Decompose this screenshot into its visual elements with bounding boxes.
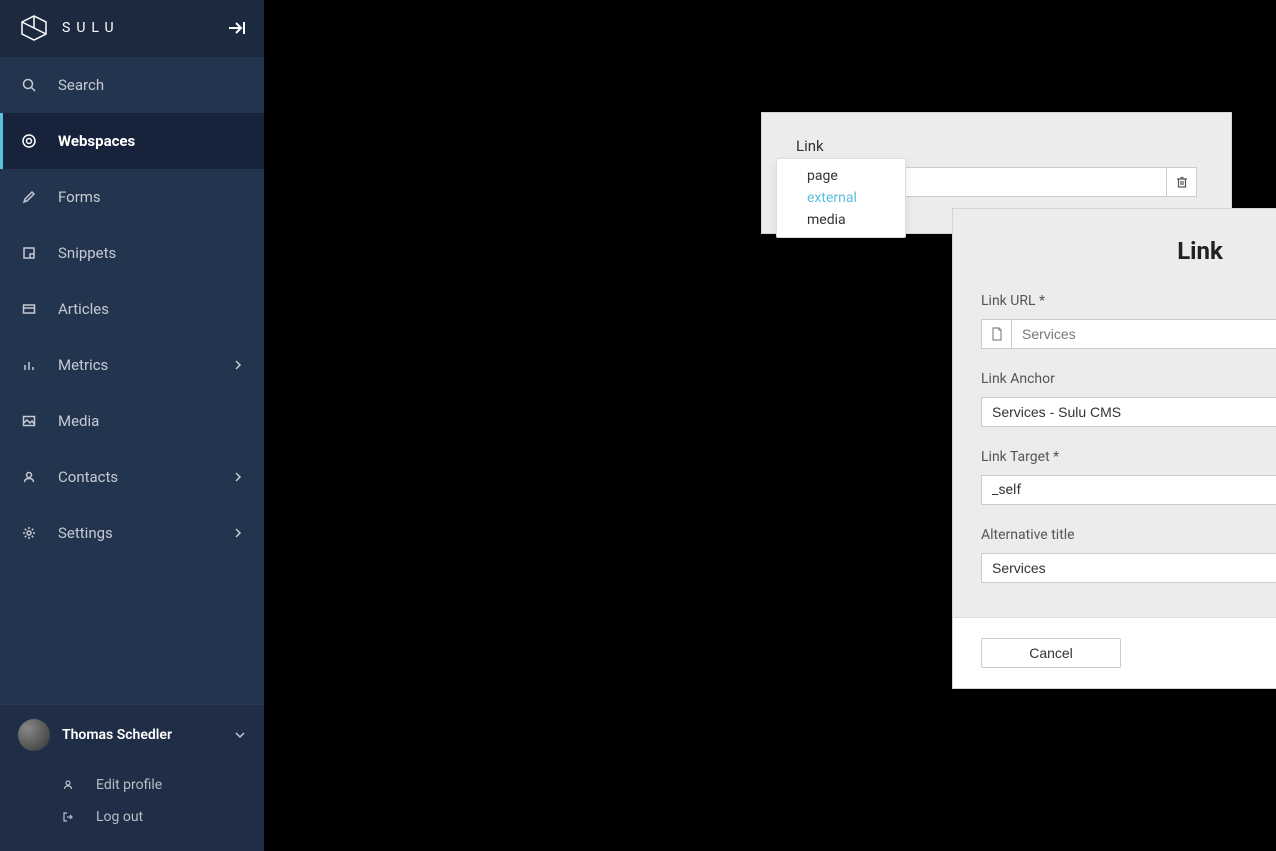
image-icon [22,414,36,428]
sidebar-item-forms[interactable]: Forms [0,169,264,225]
edit-profile-label: Edit profile [96,777,162,793]
bars-icon [22,358,36,372]
link-anchor-label: Link Anchor [981,371,1276,387]
link-url-input[interactable] [1011,319,1276,349]
link-target-label: Link Target * [981,449,1276,465]
brand-text: SULU [62,20,120,36]
link-target-select[interactable]: _self [981,475,1276,505]
chevron-right-icon [234,359,242,371]
link-type-clear-button[interactable] [1167,167,1197,197]
sidebar-item-label: Articles [58,300,109,318]
log-out-label: Log out [96,809,143,825]
sidebar-item-label: Contacts [58,468,118,486]
chevron-right-icon [234,527,242,539]
alt-title-input[interactable] [981,553,1276,583]
target-icon [22,134,36,148]
link-type-dropdown: page external media [776,158,906,238]
sidebar-item-contacts[interactable]: Contacts [0,449,264,505]
alt-title-label: Alternative title [981,527,1276,543]
main-content: Link page external media Link [264,0,1276,851]
sidebar-item-label: Search [58,76,104,94]
sidebar-item-label: Webspaces [58,132,135,150]
sidebar-item-metrics[interactable]: Metrics [0,337,264,393]
user-icon [22,470,36,484]
sidebar-header: SULU [0,0,264,57]
link-type-option-external[interactable]: external [777,187,905,209]
edit-profile-link[interactable]: Edit profile [0,769,264,801]
user-menu-toggle[interactable]: Thomas Schedler [0,705,264,765]
user-section: Thomas Schedler Edit profile Log out [0,704,264,851]
user-small-icon [62,779,76,791]
chevron-down-icon [234,731,246,739]
sidebar: SULU Search [0,0,264,851]
cancel-button[interactable]: Cancel [981,638,1121,668]
gear-icon [22,526,36,540]
pencil-icon [22,190,36,204]
trash-icon [1176,175,1188,189]
sidebar-item-search[interactable]: Search [0,57,264,113]
brand-logo-icon [18,14,50,42]
sidebar-item-webspaces[interactable]: Webspaces [0,113,264,169]
avatar [18,719,50,751]
sidebar-item-articles[interactable]: Articles [0,281,264,337]
sidebar-nav: Search Webspaces Forms Snippets [0,57,264,704]
sidebar-item-media[interactable]: Media [0,393,264,449]
link-modal: Link Link URL * [952,208,1276,689]
log-out-link[interactable]: Log out [0,801,264,833]
collapse-icon [228,20,246,36]
link-modal-wrap: Link Link URL * [952,208,1276,689]
link-anchor-input[interactable] [981,397,1276,427]
chevron-right-icon [234,471,242,483]
sidebar-item-label: Settings [58,524,113,542]
link-type-option-media[interactable]: media [777,209,905,231]
note-icon [22,246,36,260]
sidebar-item-label: Forms [58,188,101,206]
link-target-value: _self [992,482,1021,498]
link-url-label: Link URL * [981,293,1276,309]
sidebar-item-snippets[interactable]: Snippets [0,225,264,281]
card-icon [22,302,36,316]
sidebar-item-label: Media [58,412,99,430]
link-type-panel-title: Link [796,137,1213,155]
sidebar-item-label: Metrics [58,356,108,374]
search-icon [22,78,36,92]
logout-icon [62,811,76,823]
sidebar-collapse-button[interactable] [228,20,246,36]
brand[interactable]: SULU [18,14,120,42]
link-type-option-page[interactable]: page [777,165,905,187]
link-modal-title: Link [953,209,1276,273]
page-icon [981,319,1011,349]
user-name: Thomas Schedler [62,727,172,743]
sidebar-item-settings[interactable]: Settings [0,505,264,561]
sidebar-item-label: Snippets [58,244,116,262]
